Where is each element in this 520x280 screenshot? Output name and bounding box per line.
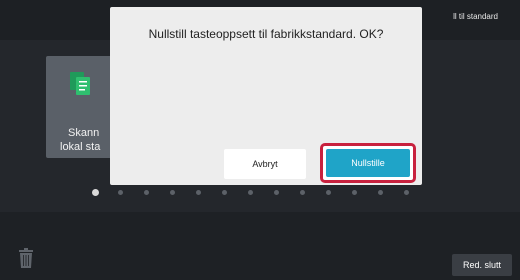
- page-dot[interactable]: [92, 189, 99, 196]
- page-dot[interactable]: [274, 190, 279, 195]
- page-dot[interactable]: [222, 190, 227, 195]
- page-dot[interactable]: [196, 190, 201, 195]
- page-dot[interactable]: [118, 190, 123, 195]
- page-dot[interactable]: [300, 190, 305, 195]
- bottom-bar: [0, 212, 520, 280]
- page-dot[interactable]: [378, 190, 383, 195]
- page-dot[interactable]: [248, 190, 253, 195]
- scan-to-local-tile[interactable]: Skann lokal sta: [46, 56, 116, 158]
- tile-label-line-1: Skann: [68, 127, 100, 139]
- confirm-dialog: Nullstill tasteoppsett til fabrikkstanda…: [110, 7, 422, 185]
- end-edit-button[interactable]: Red. slutt: [452, 254, 512, 276]
- page-dot[interactable]: [170, 190, 175, 195]
- page-dot[interactable]: [144, 190, 149, 195]
- top-bar-text: ll til standard: [453, 12, 498, 21]
- document-scan-icon: [70, 72, 90, 95]
- page-dot[interactable]: [404, 190, 409, 195]
- reset-button-highlight: Nullstille: [320, 143, 416, 183]
- page-dot[interactable]: [352, 190, 357, 195]
- dialog-message: Nullstill tasteoppsett til fabrikkstanda…: [148, 27, 384, 41]
- trash-icon[interactable]: [18, 248, 34, 268]
- tile-label-line-2: lokal sta: [60, 141, 101, 153]
- reset-button[interactable]: Nullstille: [326, 149, 410, 177]
- tile-label: Skann lokal sta: [52, 126, 112, 154]
- cancel-button[interactable]: Avbryt: [224, 149, 306, 179]
- home-screen: ll til standard Skann lokal sta Red. slu…: [0, 0, 520, 280]
- page-dot[interactable]: [326, 190, 331, 195]
